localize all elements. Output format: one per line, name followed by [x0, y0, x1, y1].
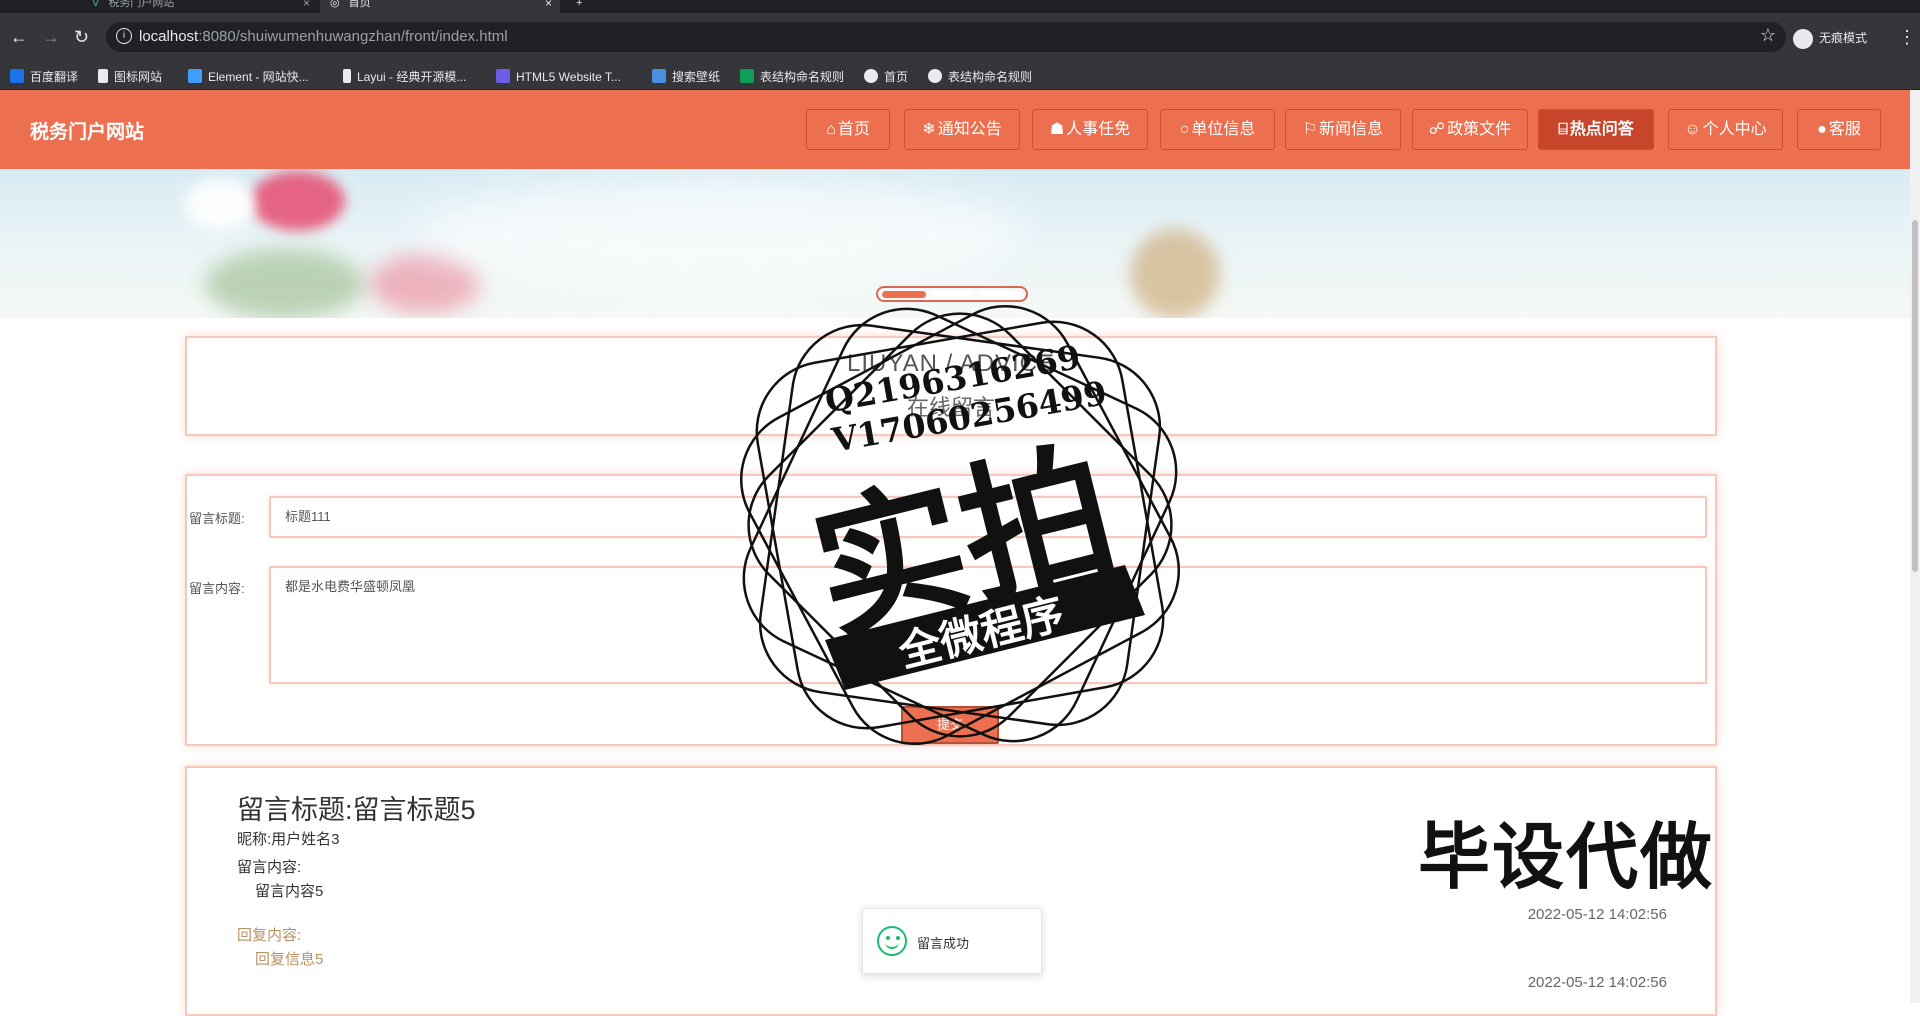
reply-time: 2022-05-12 14:02:56	[1527, 974, 1667, 991]
bookmark-item[interactable]: 百度翻译	[10, 69, 78, 85]
smile-icon	[877, 926, 907, 956]
bookmark-item[interactable]: 图标网站	[98, 69, 162, 85]
incognito-indicator[interactable]: 无痕模式	[1793, 29, 1867, 49]
bookmark-item[interactable]: Layui - 经典开源模...	[343, 69, 466, 85]
browser-tab-2[interactable]: ◎ 首页 ×	[320, 0, 560, 13]
nav-personnel[interactable]: ☗ 人事任免	[1032, 109, 1148, 150]
content-label: 留言内容:	[189, 581, 245, 596]
carousel-dot[interactable]	[978, 291, 1022, 298]
site-header: 税务门户网站 ⌂ 首页 ❄ 通知公告 ☗ 人事任免 ○ 单位信息 ⚐ 新闻信息 ☍ 政策文件…	[0, 90, 1910, 169]
bookmark-item[interactable]: 搜索壁纸	[652, 69, 720, 85]
sheet-icon	[740, 69, 754, 83]
stack-icon: ☗	[1049, 121, 1065, 138]
message-title: 留言标题:留言标题5	[237, 795, 476, 825]
reload-icon[interactable]: ↻	[74, 27, 89, 47]
incognito-icon	[1793, 29, 1813, 49]
html5-icon	[496, 69, 510, 83]
reply-content: 回复信息5	[255, 951, 324, 968]
title-input[interactable]: 标题111	[269, 496, 1707, 538]
message-nickname: 昵称:用户姓名3	[237, 831, 340, 848]
carousel-dot[interactable]	[882, 291, 926, 298]
nav-home[interactable]: ⌂ 首页	[806, 109, 890, 150]
close-tab-icon[interactable]: ×	[303, 0, 310, 9]
scrollbar-thumb[interactable]	[1912, 220, 1918, 572]
submit-button[interactable]: 提交	[901, 706, 999, 744]
browser-tab-1[interactable]: V 税务门户网站 ×	[82, 0, 318, 13]
cloud-decoration	[420, 179, 1020, 289]
nav-customer-service[interactable]: ● 客服	[1797, 109, 1881, 150]
reply-label: 回复内容:	[237, 927, 302, 944]
leaf-decoration	[205, 249, 365, 318]
flower-decoration	[250, 171, 345, 231]
browser-menu-icon[interactable]: ⋮	[1898, 27, 1916, 48]
close-tab-icon[interactable]: ×	[545, 0, 552, 9]
watermark-corner-text: 毕设代做	[1418, 818, 1715, 898]
bookmark-item[interactable]: 表结构命名规则	[928, 69, 1032, 85]
vue-favicon-icon: V	[92, 0, 100, 9]
flower-decoration	[185, 179, 255, 229]
layui-icon	[343, 69, 351, 83]
carousel-indicator	[876, 286, 1028, 302]
browser-toolbar: ← → ↻ i localhost:8080/shuiwumenhuwangzh…	[0, 13, 1920, 63]
back-arrow-icon[interactable]: ←	[10, 27, 28, 47]
nav-policy[interactable]: ☍ 政策文件	[1412, 109, 1528, 150]
new-tab-button[interactable]: +	[576, 0, 596, 13]
nav-personal-center[interactable]: ☺ 个人中心	[1668, 109, 1783, 150]
title-label: 留言标题:	[189, 511, 245, 526]
flag-icon: ⚐	[1302, 121, 1318, 138]
gift-icon: ⌸	[1558, 121, 1568, 138]
message-content: 留言内容5	[255, 883, 324, 900]
site-info-icon[interactable]: i	[116, 28, 132, 44]
wallpaper-icon	[652, 69, 666, 83]
nav-news[interactable]: ⚐ 新闻信息	[1285, 109, 1401, 150]
branch-decoration	[1130, 229, 1220, 318]
globe-icon	[864, 69, 878, 83]
nav-unit-info[interactable]: ○ 单位信息	[1160, 109, 1275, 150]
tab-title: 税务门户网站	[108, 0, 175, 9]
nav-hot-qa[interactable]: ⌸ 热点问答	[1538, 109, 1654, 150]
user-icon: ☺	[1684, 121, 1701, 138]
message-form: 留言标题: 标题111 留言内容: 都是水电费华盛顿凤凰 提交	[185, 474, 1717, 746]
carousel-dot[interactable]	[930, 291, 974, 298]
chat-icon: ●	[1817, 121, 1827, 138]
success-toast: 留言成功	[862, 908, 1042, 974]
flag-icon	[98, 69, 108, 83]
flower-decoration	[370, 254, 480, 314]
toast-message: 留言成功	[917, 936, 970, 951]
element-icon	[188, 69, 202, 83]
snowflake-icon: ❄	[922, 121, 936, 138]
circle-icon: ○	[1179, 121, 1190, 138]
content-textarea[interactable]: 都是水电费华盛顿凤凰	[269, 566, 1707, 684]
message-time: 2022-05-12 14:02:56	[1527, 906, 1667, 923]
bookmark-item[interactable]: 首页	[864, 69, 908, 85]
nav-notices[interactable]: ❄ 通知公告	[904, 109, 1020, 150]
tab-title: 首页	[348, 0, 371, 9]
url-text[interactable]: localhost:8080/shuiwumenhuwangzhan/front…	[139, 28, 508, 45]
address-bar[interactable]: i localhost:8080/shuiwumenhuwangzhan/fro…	[106, 22, 1786, 52]
bookmark-item[interactable]: HTML5 Website T...	[496, 69, 621, 85]
bookmark-item[interactable]: Element - 网站快...	[188, 69, 309, 85]
forward-arrow-icon[interactable]: →	[42, 27, 60, 47]
link-icon: ☍	[1428, 121, 1446, 138]
bookmark-star-icon[interactable]: ☆	[1760, 25, 1776, 46]
site-logo[interactable]: 税务门户网站	[30, 117, 144, 144]
bookmark-item[interactable]: 表结构命名规则	[740, 69, 844, 85]
browser-tab-strip: V 税务门户网站 × ◎ 首页 × +	[0, 0, 1920, 13]
translate-icon	[10, 69, 24, 83]
bookmarks-bar: 百度翻译 图标网站 Element - 网站快... Layui - 经典开源模…	[0, 63, 1920, 90]
globe-favicon-icon: ◎	[330, 0, 340, 9]
message-content-label: 留言内容:	[237, 859, 302, 876]
globe-icon	[928, 69, 942, 83]
home-icon: ⌂	[826, 121, 836, 138]
